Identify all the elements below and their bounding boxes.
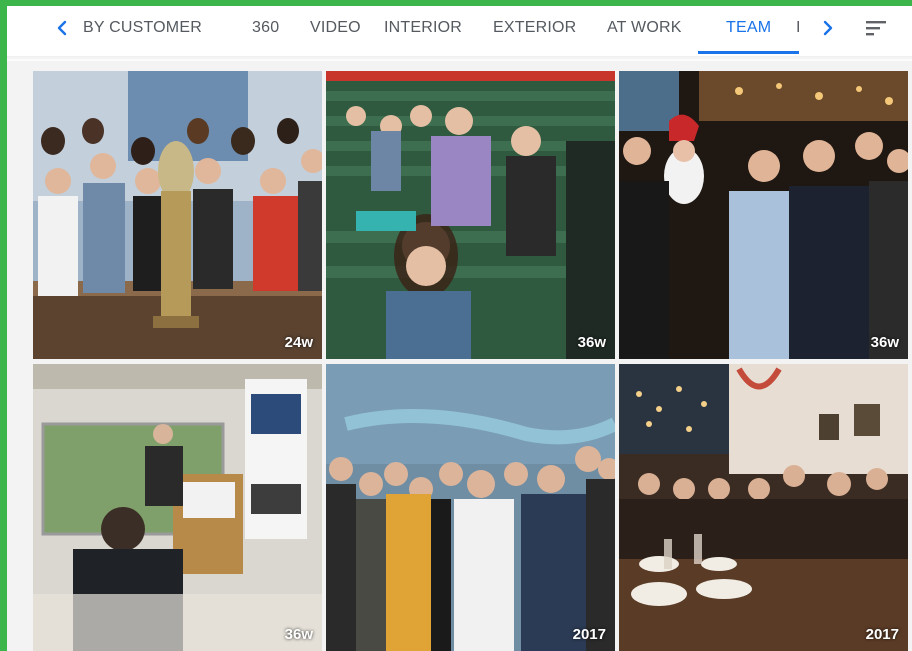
active-tab-indicator — [698, 51, 799, 54]
tab-360[interactable]: 360 — [252, 18, 279, 38]
team-photo-holiday-party[interactable]: 36w — [619, 71, 908, 359]
team-photo-group-sign[interactable]: 2017 — [326, 364, 615, 651]
category-tab-bar: BY CUSTOMER 360 VIDEO INTERIOR EXTERIOR … — [7, 6, 912, 61]
tab-at-work[interactable]: AT WORK — [607, 18, 682, 38]
photo-age-label: 24w — [284, 334, 313, 351]
chevron-left-icon[interactable] — [51, 16, 73, 40]
team-photo-stadium[interactable]: 36w — [326, 71, 615, 359]
team-photo-restaurant-dinner[interactable]: 2017 — [619, 364, 908, 651]
team-photo-presentation[interactable]: 36w — [33, 364, 322, 651]
tab-interior[interactable]: INTERIOR — [384, 18, 462, 38]
photo-gallery-window: BY CUSTOMER 360 VIDEO INTERIOR EXTERIOR … — [7, 6, 912, 651]
team-photo-trophy[interactable]: 24w — [33, 71, 322, 359]
tab-team[interactable]: TEAM — [726, 18, 771, 38]
tab-partial[interactable]: I — [796, 18, 801, 38]
photo-age-label: 2017 — [572, 626, 606, 643]
photo-age-label: 36w — [577, 334, 606, 351]
tab-exterior[interactable]: EXTERIOR — [493, 18, 576, 38]
tab-by-customer[interactable]: BY CUSTOMER — [83, 18, 202, 38]
photo-age-label: 2017 — [865, 626, 899, 643]
tab-video[interactable]: VIDEO — [310, 18, 361, 38]
photo-age-label: 36w — [284, 626, 313, 643]
sort-filter-icon[interactable] — [863, 16, 889, 40]
photo-grid: 24w 36w 36w 36w 2017 2017 — [7, 61, 912, 651]
chevron-right-icon[interactable] — [817, 16, 839, 40]
photo-age-label: 36w — [870, 334, 899, 351]
